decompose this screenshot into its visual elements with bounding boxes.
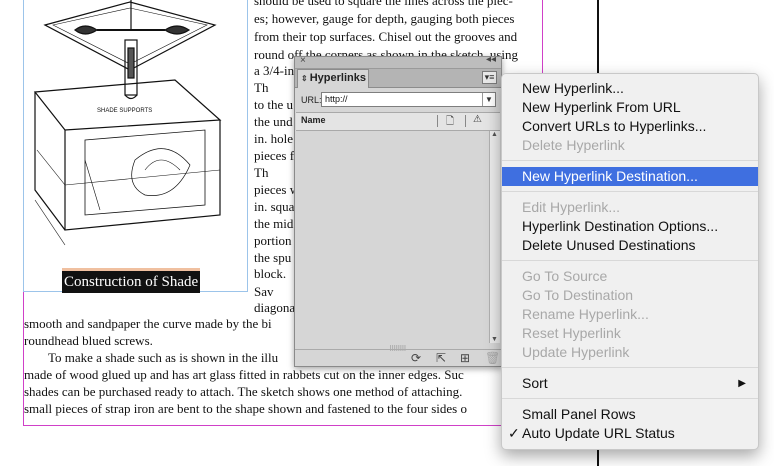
menu-item-label: Sort [522, 375, 548, 391]
menu-delete-unused-destinations[interactable]: Delete Unused Destinations [502, 236, 758, 255]
menu-item-label: New Hyperlink From URL [522, 99, 681, 115]
menu-item-label: Edit Hyperlink... [522, 199, 621, 215]
panel-tab-bar: ⇕ Hyperlinks ▾≡ [295, 69, 501, 88]
menu-destination-options[interactable]: Hyperlink Destination Options... [502, 217, 758, 236]
trash-icon[interactable]: 🗑 [485, 351, 500, 365]
body-text-line[interactable]: es; however, gauge for depth, gauging bo… [254, 9, 514, 28]
go-to-source-icon[interactable]: ⇱ [436, 351, 446, 365]
lamp-shade-illustration[interactable]: SHADE SUPPORTS [25, 0, 246, 266]
menu-item-label: Delete Hyperlink [522, 137, 625, 153]
menu-item-label: Go To Source [522, 268, 608, 284]
menu-item-label: Hyperlink Destination Options... [522, 218, 719, 234]
warning-icon[interactable]: ⚠ [473, 114, 482, 125]
menu-item-label: New Hyperlink Destination... [522, 168, 698, 184]
menu-item-label: Go To Destination [522, 287, 634, 303]
panel-title-strip: × ◂◂ [295, 54, 501, 69]
menu-go-to-destination[interactable]: Go To Destination [502, 286, 758, 305]
hyperlinks-panel[interactable]: × ◂◂ ⇕ Hyperlinks ▾≡ URL: http:// ▼ Name … [294, 54, 502, 367]
body-text-line[interactable]: block. [254, 264, 286, 283]
menu-new-hyperlink-destination[interactable]: New Hyperlink Destination... [502, 167, 758, 186]
column-divider [465, 115, 466, 127]
menu-separator [502, 367, 758, 368]
menu-item-label: Rename Hyperlink... [522, 306, 649, 322]
list-column-header: Name 🗋 ⚠ [296, 112, 500, 131]
chevron-down-icon[interactable]: ▼ [482, 93, 495, 106]
menu-separator [502, 260, 758, 261]
menu-update-hyperlink[interactable]: Update Hyperlink [502, 343, 758, 362]
collapse-icon[interactable]: ◂◂ [486, 54, 496, 65]
figure-caption[interactable]: Construction of Shade [62, 268, 201, 293]
menu-convert-urls[interactable]: Convert URLs to Hyperlinks... [502, 117, 758, 136]
menu-delete-hyperlink[interactable]: Delete Hyperlink [502, 136, 758, 155]
page-margin-bottom [23, 425, 543, 426]
menu-auto-update-url-status[interactable]: Auto Update URL Status ✓ [502, 424, 758, 443]
scroll-up-icon[interactable]: ▲ [491, 131, 498, 138]
body-text-line[interactable]: from their top surfaces. Chisel out the … [254, 27, 517, 46]
menu-sort[interactable]: Sort ▶ [502, 374, 758, 393]
url-field[interactable]: http:// ▼ [321, 92, 496, 107]
menu-item-label: Update Hyperlink [522, 344, 630, 360]
column-name-label[interactable]: Name [301, 115, 326, 125]
scroll-down-icon[interactable]: ▼ [491, 336, 498, 343]
menu-item-label: Small Panel Rows [522, 406, 636, 422]
panel-flyout-menu[interactable]: New Hyperlink... New Hyperlink From URL Co… [501, 73, 759, 450]
menu-rename-hyperlink[interactable]: Rename Hyperlink... [502, 305, 758, 324]
menu-small-panel-rows[interactable]: Small Panel Rows [502, 405, 758, 424]
tab-hyperlinks[interactable]: ⇕ Hyperlinks [297, 69, 369, 88]
url-value: http:// [325, 94, 348, 104]
tab-label: Hyperlinks [309, 72, 366, 84]
menu-item-label: New Hyperlink... [522, 80, 624, 96]
body-text-line[interactable]: small pieces of strap iron are bent to t… [24, 399, 467, 418]
refresh-icon[interactable]: ⟳ [411, 351, 421, 365]
menu-go-to-source[interactable]: Go To Source [502, 267, 758, 286]
new-hyperlink-icon[interactable]: ⊞ [460, 351, 470, 365]
menu-new-hyperlink-from-url[interactable]: New Hyperlink From URL [502, 98, 758, 117]
submenu-arrow-icon: ▶ [738, 378, 746, 389]
page-icon[interactable]: 🗋 [446, 114, 454, 131]
panel-menu-button[interactable]: ▾≡ [482, 71, 497, 84]
menu-new-hyperlink[interactable]: New Hyperlink... [502, 79, 758, 98]
menu-reset-hyperlink[interactable]: Reset Hyperlink [502, 324, 758, 343]
list-scrollbar[interactable]: ▲ ▼ [489, 131, 500, 343]
menu-item-label: Reset Hyperlink [522, 325, 621, 341]
menu-separator [502, 191, 758, 192]
menu-separator [502, 398, 758, 399]
close-icon[interactable]: × [300, 55, 306, 66]
menu-item-label: Auto Update URL Status [522, 425, 675, 441]
menu-separator [502, 160, 758, 161]
panel-bottom-bar: ⟳ ⇱ ⊞ 🗑 [295, 349, 501, 367]
menu-item-label: Delete Unused Destinations [522, 237, 696, 253]
url-label: URL: [301, 95, 322, 105]
hyperlinks-list[interactable] [296, 131, 488, 343]
column-divider [437, 115, 438, 127]
illustration-label: SHADE SUPPORTS [97, 108, 152, 114]
tab-toggle-icon: ⇕ [301, 74, 308, 83]
checkmark-icon: ✓ [508, 425, 520, 441]
menu-item-label: Convert URLs to Hyperlinks... [522, 118, 707, 134]
menu-edit-hyperlink[interactable]: Edit Hyperlink... [502, 198, 758, 217]
